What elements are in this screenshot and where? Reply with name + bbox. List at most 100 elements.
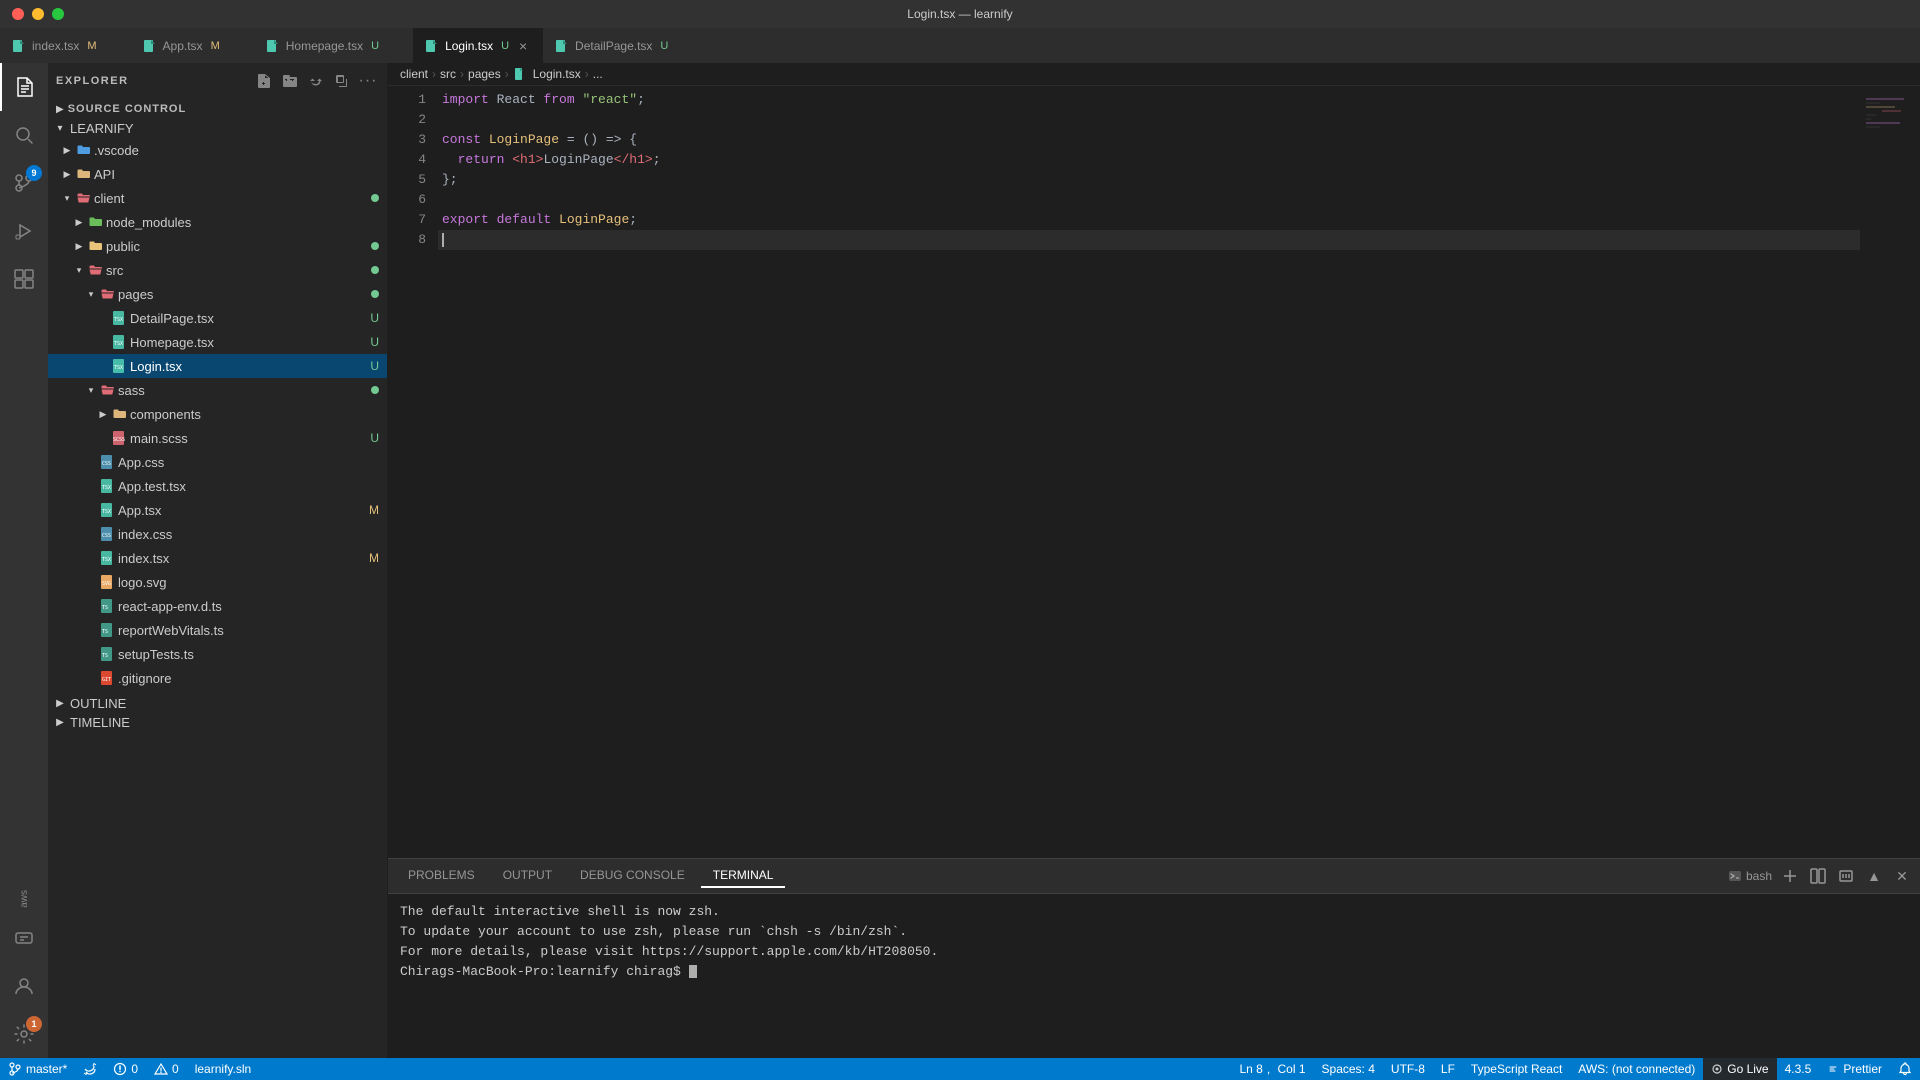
login-tsx-close[interactable]: × <box>515 38 531 54</box>
status-prettier[interactable]: Prettier <box>1819 1058 1890 1080</box>
breadcrumb-client[interactable]: client <box>400 67 428 81</box>
code-content[interactable]: import React from "react";const LoginPag… <box>438 86 1860 858</box>
activity-item-account[interactable] <box>0 962 48 1010</box>
tsx-icon: TSX <box>110 308 130 328</box>
tab-output[interactable]: OUTPUT <box>491 864 564 888</box>
new-file-button[interactable] <box>253 70 275 92</box>
activity-item-explorer[interactable] <box>0 63 48 111</box>
status-aws[interactable]: AWS: (not connected) <box>1570 1058 1703 1080</box>
status-spaces[interactable]: Spaces: 4 <box>1314 1058 1383 1080</box>
activity-item-remote[interactable] <box>0 914 48 962</box>
bash-indicator: bash <box>1728 869 1772 883</box>
tree-item-client[interactable]: ▾client <box>48 186 387 210</box>
status-bell[interactable] <box>1890 1058 1920 1080</box>
breadcrumb-src[interactable]: src <box>440 67 456 81</box>
breadcrumb-sep-3: › <box>505 67 509 81</box>
learnify-title: LEARNIFY <box>70 121 134 136</box>
panel-close-button[interactable]: ✕ <box>1892 866 1912 886</box>
tree-item-index-css[interactable]: CSSindex.css <box>48 522 387 546</box>
maximize-button[interactable] <box>52 8 64 20</box>
token: import <box>442 90 489 110</box>
tab-detailpage-tsx[interactable]: DetailPage.tsxU× <box>543 28 702 63</box>
tree-item-Homepage-tsx[interactable]: TSXHomepage.tsxU <box>48 330 387 354</box>
breadcrumb-pages[interactable]: pages <box>468 67 501 81</box>
learnify-section-header[interactable]: ▾ LEARNIFY <box>48 119 387 138</box>
tree-item-public[interactable]: ▶public <box>48 234 387 258</box>
new-terminal-button[interactable] <box>1780 866 1800 886</box>
tab-problems[interactable]: PROBLEMS <box>396 864 487 888</box>
svg-text:TSX: TSX <box>102 485 111 491</box>
tree-item--gitignore[interactable]: GIT.gitignore <box>48 666 387 690</box>
more-actions-button[interactable]: ··· <box>357 70 379 92</box>
svg-text:GIT: GIT <box>102 677 111 683</box>
status-branch[interactable]: master* <box>0 1058 75 1080</box>
tab-homepage-tsx[interactable]: Homepage.tsxU× <box>254 28 413 63</box>
breadcrumb-login-tsx[interactable]: Login.tsx <box>533 67 581 81</box>
activity-item-search[interactable] <box>0 111 48 159</box>
tree-item-pages[interactable]: ▾pages <box>48 282 387 306</box>
tree-item-DetailPage-tsx[interactable]: TSXDetailPage.tsxU <box>48 306 387 330</box>
panel-up-button[interactable]: ▲ <box>1864 866 1884 886</box>
token: }; <box>442 170 458 190</box>
tree-item-App-tsx[interactable]: TSXApp.tsxM <box>48 498 387 522</box>
tree-item-setupTests-ts[interactable]: TSsetupTests.ts <box>48 642 387 666</box>
tree-item-node-modules[interactable]: ▶node_modules <box>48 210 387 234</box>
tree-item-Login-tsx[interactable]: TSXLogin.tsxU <box>48 354 387 378</box>
tree-item-sass[interactable]: ▾sass <box>48 378 387 402</box>
activity-item-extensions[interactable] <box>0 255 48 303</box>
tree-item-main-scss[interactable]: SCSSmain.scssU <box>48 426 387 450</box>
homepage-tsx-icon <box>266 39 280 53</box>
close-button[interactable] <box>12 8 24 20</box>
breadcrumb-more[interactable]: ... <box>593 67 603 81</box>
tab-debug-console[interactable]: DEBUG CONSOLE <box>568 864 697 888</box>
status-line-ending[interactable]: LF <box>1433 1058 1463 1080</box>
status-go-live[interactable]: Go Live <box>1703 1058 1776 1080</box>
tab-index-tsx[interactable]: index.tsxM× <box>0 28 131 63</box>
tab-terminal[interactable]: TERMINAL <box>701 864 786 888</box>
outline-section-header[interactable]: ▶ OUTLINE <box>48 694 387 713</box>
token: default <box>497 210 552 230</box>
status-sync[interactable] <box>75 1058 105 1080</box>
code-line-7: export default LoginPage; <box>438 210 1860 230</box>
tree-item-vscode[interactable]: ▶.vscode <box>48 138 387 162</box>
tree-item-components[interactable]: ▶components <box>48 402 387 426</box>
tree-item-api[interactable]: ▶API <box>48 162 387 186</box>
status-warnings[interactable]: 0 <box>146 1058 187 1080</box>
kill-terminal-button[interactable] <box>1836 866 1856 886</box>
tab-app-tsx[interactable]: App.tsxM× <box>131 28 254 63</box>
status-version[interactable]: 4.3.5 <box>1777 1058 1820 1080</box>
terminal-content[interactable]: The default interactive shell is now zsh… <box>388 894 1920 1058</box>
timeline-section-header[interactable]: ▶ TIMELINE <box>48 713 387 732</box>
activity-item-run[interactable] <box>0 207 48 255</box>
status-line-col[interactable]: Ln 8, Col 1 <box>1231 1058 1313 1080</box>
aws-label[interactable]: aws <box>19 884 30 914</box>
tree-item-index-tsx[interactable]: TSXindex.tsxM <box>48 546 387 570</box>
token: "react" <box>582 90 637 110</box>
status-project[interactable]: learnify.sln <box>187 1058 259 1080</box>
status-errors[interactable]: 0 <box>105 1058 146 1080</box>
split-terminal-icon <box>1810 868 1826 884</box>
source-control-section-header[interactable]: ▶ SOURCE CONTROL <box>48 99 387 119</box>
line-numbers: 12345678 <box>388 86 438 858</box>
collapse-all-button[interactable] <box>331 70 353 92</box>
index-tsx-icon <box>12 39 26 53</box>
refresh-button[interactable] <box>305 70 327 92</box>
tree-item-src[interactable]: ▾src <box>48 258 387 282</box>
code-editor[interactable]: 12345678 import React from "react";const… <box>388 86 1920 858</box>
tree-item-App-css[interactable]: CSSApp.css <box>48 450 387 474</box>
activity-item-settings[interactable]: 1 <box>0 1010 48 1058</box>
status-encoding[interactable]: UTF-8 <box>1383 1058 1433 1080</box>
tree-item-react-app-env-d-ts[interactable]: TSreact-app-env.d.ts <box>48 594 387 618</box>
code-line-4: return <h1>LoginPage</h1>; <box>438 150 1860 170</box>
new-folder-button[interactable] <box>279 70 301 92</box>
tree-item-reportWebVitals-ts[interactable]: TSreportWebVitals.ts <box>48 618 387 642</box>
tab-login-tsx[interactable]: Login.tsxU× <box>413 28 543 63</box>
tree-item-logo-svg[interactable]: SVGlogo.svg <box>48 570 387 594</box>
tree-item-App-test-tsx[interactable]: TSXApp.test.tsx <box>48 474 387 498</box>
status-language[interactable]: TypeScript React <box>1463 1058 1570 1080</box>
minimap <box>1860 86 1920 858</box>
activity-item-source-control[interactable]: 9 <box>0 159 48 207</box>
terminal-line-2: For more details, please visit https://s… <box>400 942 1908 962</box>
minimize-button[interactable] <box>32 8 44 20</box>
split-terminal-button[interactable] <box>1808 866 1828 886</box>
